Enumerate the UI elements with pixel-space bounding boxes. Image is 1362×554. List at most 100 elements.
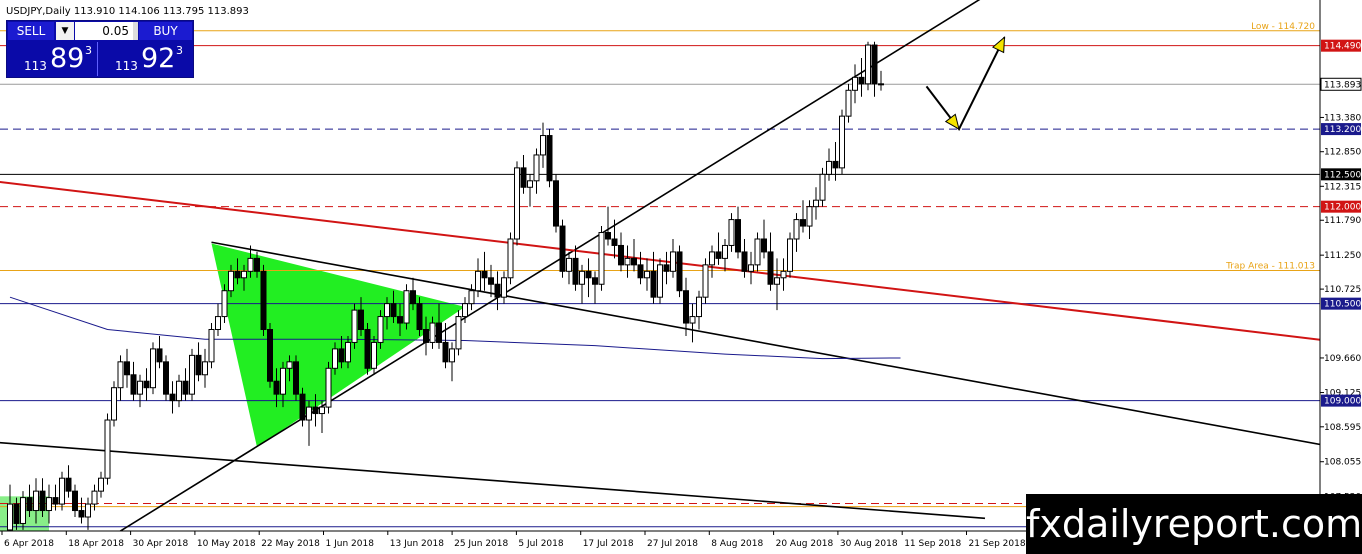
sell-price-pip: 3	[85, 44, 92, 57]
buy-price-pip: 3	[176, 44, 183, 57]
candle-body-90	[592, 277, 598, 285]
candle-body-62	[410, 290, 416, 305]
candle-body-12	[85, 503, 91, 518]
candle-body-54	[358, 309, 364, 331]
sell-price[interactable]: 113 89 3	[8, 42, 98, 76]
candle-body-7	[52, 497, 59, 505]
candle-body-98	[644, 270, 650, 279]
candle-body-118	[774, 277, 780, 285]
candle-body-75	[494, 283, 501, 298]
lot-spinner[interactable]	[133, 22, 138, 40]
candle-body-9	[65, 477, 72, 492]
buy-button[interactable]: BUY	[139, 22, 192, 40]
candle-body-1	[13, 503, 20, 524]
axis-labels: 113.380 112.850 112.315 111.790 111.250 110.7…	[1, 39, 1362, 549]
candle-body-120	[787, 238, 793, 272]
y-tick-label-6: 109.660	[1324, 354, 1361, 364]
candle-body-20	[137, 380, 143, 395]
candle-body-85	[559, 225, 566, 272]
x-tick-label-11: 8 Aug 2018	[711, 539, 763, 549]
candle-body-6	[46, 497, 52, 512]
buy-price-big: 92	[141, 43, 176, 74]
level-label-0: Low - 114.720	[1251, 22, 1315, 32]
candle-body-59	[390, 303, 397, 318]
chevron-down-icon[interactable]: ▼	[56, 22, 74, 40]
candle-body-24	[163, 361, 169, 395]
candle-body-82	[540, 135, 546, 156]
candle-body-129	[845, 89, 852, 117]
candle-body-43	[286, 361, 293, 369]
candle-body-127	[832, 160, 839, 169]
candle-body-91	[598, 232, 605, 285]
candle-body-111	[728, 219, 735, 246]
candle-body-5	[39, 490, 46, 512]
candle-body-100	[657, 264, 663, 298]
candle-body-19	[130, 374, 137, 395]
candle-body-61	[403, 290, 410, 324]
candle-body-65	[429, 322, 436, 343]
candle-body-44	[293, 361, 299, 395]
candle-body-28	[189, 354, 195, 395]
candle-body-11	[78, 510, 85, 518]
x-tick-label-13: 30 Aug 2018	[840, 539, 898, 549]
candle-body-92	[605, 232, 611, 240]
x-tick-label-6: 13 Jun 2018	[390, 539, 444, 549]
candle-body-27	[182, 380, 189, 395]
candle-body-106	[696, 296, 702, 318]
candle-body-69	[455, 316, 462, 350]
candle-body-23	[156, 348, 163, 363]
price-tag-1: 114.490	[1324, 42, 1361, 52]
candle-body-93	[611, 238, 618, 246]
candle-body-102	[670, 251, 676, 272]
candle-body-97	[637, 264, 644, 279]
candle-body-50	[332, 348, 338, 369]
price-chart[interactable]: Low - 114.720Trap Area - 111.013High - 1…	[0, 0, 1362, 554]
candle-body-119	[780, 270, 787, 279]
candle-body-104	[683, 290, 689, 324]
arrow-head-0-0	[944, 113, 960, 131]
candle-body-53	[351, 309, 358, 343]
candle-body-8	[59, 477, 65, 505]
candle-body-117	[767, 251, 774, 285]
candle-body-109	[715, 251, 722, 259]
candle-body-33	[221, 290, 228, 318]
price-tag-5: 112.000	[1324, 203, 1361, 213]
candle-body-16	[111, 387, 117, 421]
x-tick-label-9: 17 Jul 2018	[583, 539, 634, 549]
candle-body-115	[754, 238, 761, 266]
candle-body-67	[442, 341, 449, 363]
y-tick-label-1: 112.850	[1324, 148, 1361, 158]
candle-body-110	[722, 244, 728, 259]
candle-body-88	[579, 270, 585, 285]
candle-body-70	[462, 303, 468, 318]
candle-body-87	[572, 257, 579, 285]
lot-size-input[interactable]: 0.05	[75, 22, 133, 40]
candle-body-47	[312, 406, 319, 415]
plot-content: Low - 114.720Trap Area - 111.013High - 1…	[0, 0, 1320, 531]
candle-body-3	[26, 497, 33, 512]
candle-body-130	[852, 76, 858, 91]
level-label-6: Trap Area - 111.013	[1225, 261, 1315, 271]
candle-body-2	[20, 497, 26, 524]
candle-body-38	[254, 257, 260, 272]
sell-price-prefix: 113	[24, 59, 47, 73]
y-tick-label-8: 108.595	[1324, 423, 1361, 433]
projection-arrow-0	[925, 36, 1006, 131]
candle-body-108	[709, 251, 715, 266]
sell-button[interactable]: SELL	[8, 22, 54, 40]
x-tick-label-0: 6 Apr 2018	[4, 539, 54, 549]
candle-body-56	[371, 341, 377, 369]
candle-body-99	[650, 270, 657, 298]
candle-body-124	[813, 199, 819, 208]
x-tick-label-8: 5 Jul 2018	[518, 539, 563, 549]
plot-area[interactable]: Low - 114.720Trap Area - 111.013High - 1…	[0, 0, 1362, 554]
candle-body-112	[735, 219, 741, 253]
sell-price-big: 89	[50, 43, 85, 74]
arrow-head-0-1	[992, 36, 1006, 54]
y-tick-label-2: 112.315	[1324, 182, 1361, 192]
candle-body-95	[624, 257, 631, 266]
candle-body-39	[260, 270, 267, 331]
candle-body-49	[325, 367, 332, 408]
buy-price[interactable]: 113 92 3	[99, 42, 192, 76]
candle-body-31	[208, 329, 215, 363]
